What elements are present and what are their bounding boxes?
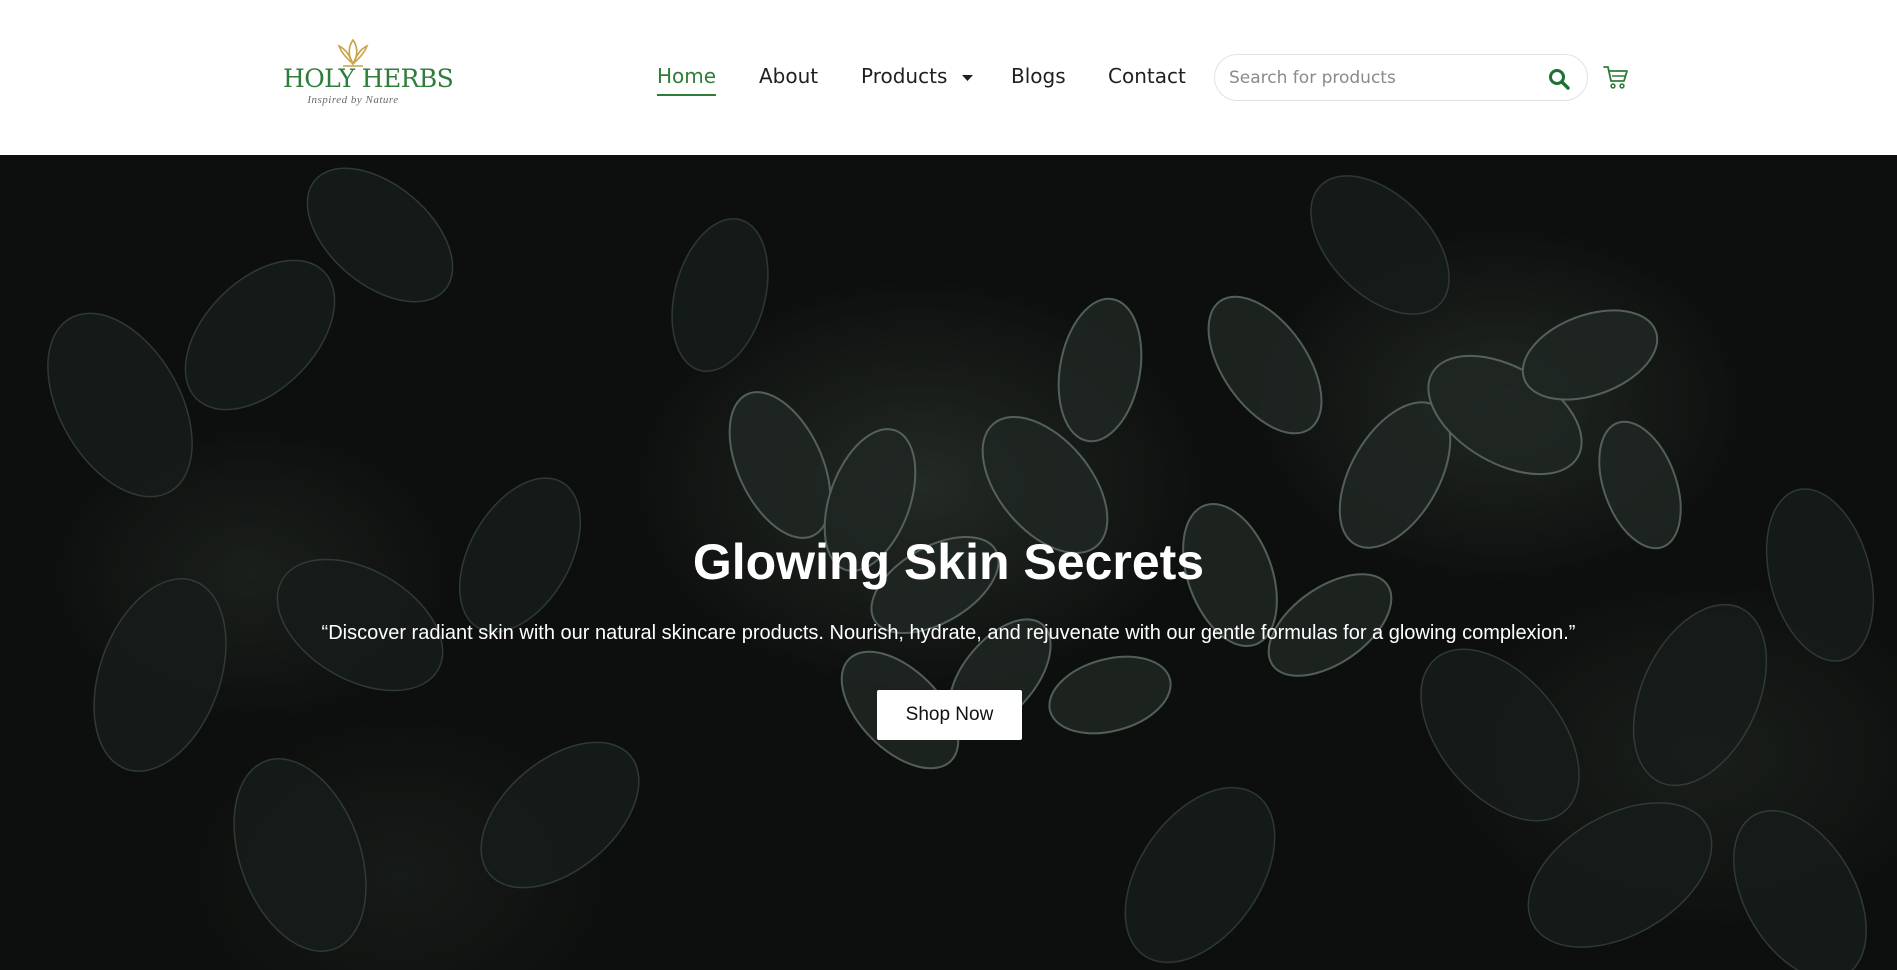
brand-logo[interactable]: HOLY HERBS Inspired by Nature	[283, 38, 454, 110]
site-header: HOLY HERBS Inspired by Nature Home About…	[0, 0, 1897, 155]
nav-item-contact[interactable]: Contact	[1108, 60, 1186, 92]
hero-subtitle: “Discover radiant skin with our natural …	[321, 622, 1576, 644]
brand-tagline: Inspired by Nature	[307, 94, 399, 106]
shop-now-button[interactable]: Shop Now	[877, 690, 1022, 740]
brand-name: HOLY HERBS	[283, 64, 454, 93]
search-input[interactable]	[1229, 64, 1529, 92]
nav-item-home[interactable]: Home	[657, 60, 717, 96]
hero-title: Glowing Skin Secrets	[692, 534, 1205, 590]
caret-down-icon	[961, 74, 973, 81]
hero-banner: Glowing Skin Secrets “Discover radiant s…	[0, 155, 1897, 970]
nav-item-products[interactable]: Products	[861, 60, 973, 92]
search-bar	[1214, 54, 1588, 101]
nav-item-blogs[interactable]: Blogs	[1011, 60, 1066, 92]
search-icon[interactable]	[1547, 67, 1571, 91]
cart-icon[interactable]	[1603, 64, 1629, 90]
nav-item-about[interactable]: About	[759, 60, 818, 92]
nav-item-products-label: Products	[861, 64, 948, 88]
